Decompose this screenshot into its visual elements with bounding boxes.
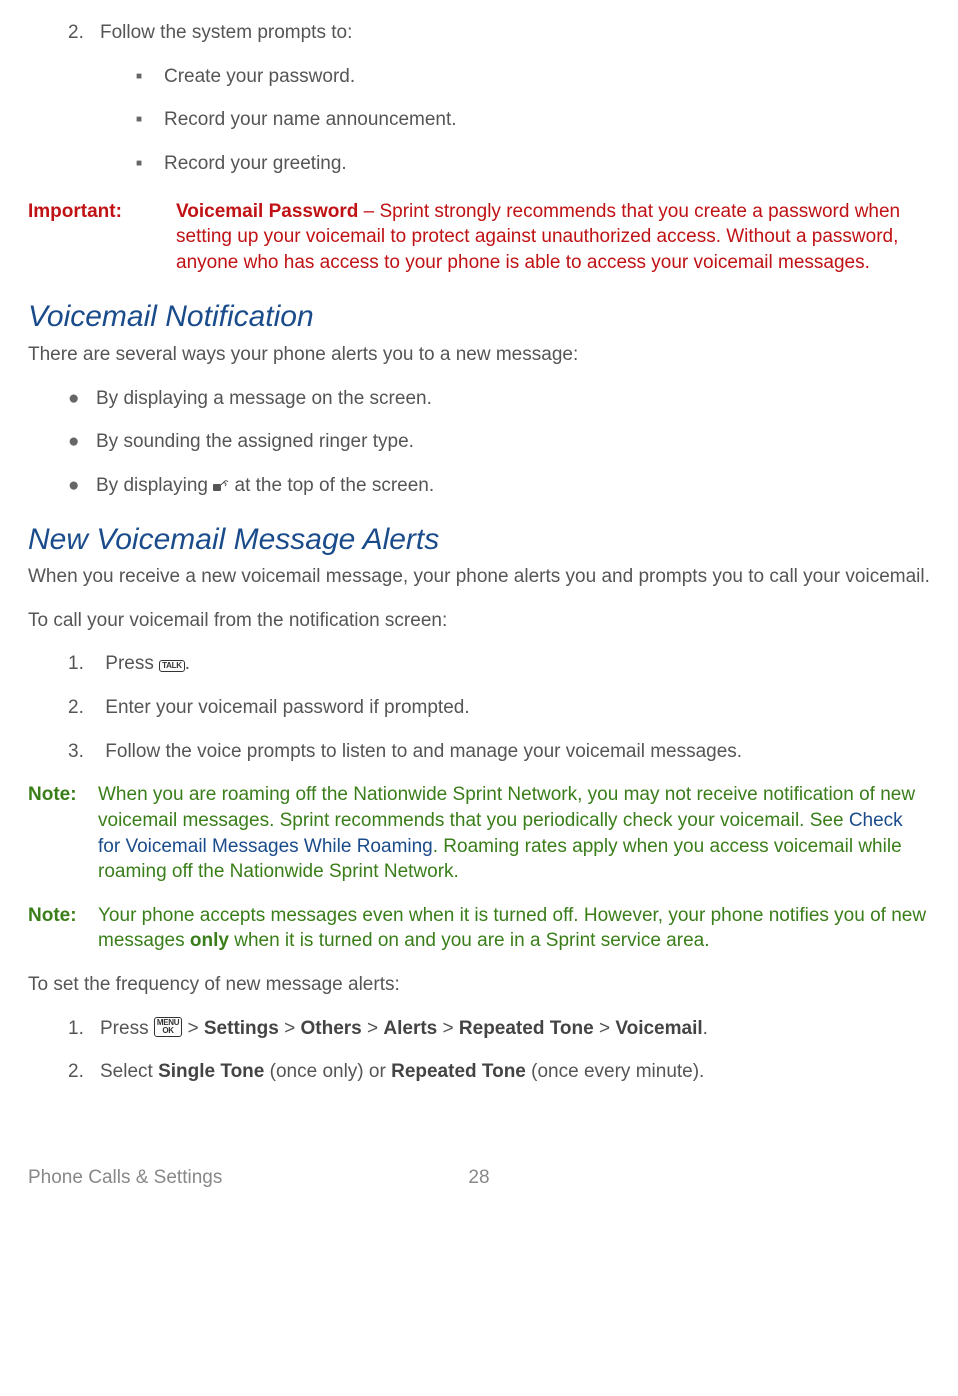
step-text: Follow the voice prompts to listen to an… [105, 741, 742, 762]
disc-bullet-icon: ● [68, 473, 96, 500]
list-item-1: 1. Press TALK. [68, 651, 930, 677]
opt-single-tone: Single Tone [158, 1061, 264, 1082]
section-intro: There are several ways your phone alerts… [28, 342, 930, 368]
section-heading-voicemail-notification: Voicemail Notification [28, 297, 930, 338]
list-body: Press TALK. [100, 651, 930, 677]
sub-text: Record your greeting. [164, 151, 347, 177]
list-item-3: 3. Follow the voice prompts to listen to… [68, 739, 930, 765]
path-settings: Settings [204, 1018, 279, 1039]
sub-item: ■ Record your name announcement. [136, 107, 930, 133]
list-number: 2. [68, 1059, 100, 1085]
list-body: Follow the voice prompts to listen to an… [100, 739, 930, 765]
lead-text: To call your voicemail from the notifica… [28, 608, 930, 634]
important-bold: Voicemail Password [176, 201, 358, 222]
bullet-item: ● By displaying at the top of the screen… [68, 473, 930, 500]
bullet-item: ● By sounding the assigned ringer type. [68, 429, 930, 455]
bullet-text-post: at the top of the screen. [229, 475, 434, 496]
path-alerts: Alerts [383, 1018, 437, 1039]
list-item-1: 1. Press MENUOK > Settings > Others > Al… [68, 1016, 930, 1042]
note-pre: When you are roaming off the Nationwide … [98, 784, 915, 831]
list-number: 3. [68, 739, 100, 765]
note-body: When you are roaming off the Nationwide … [98, 782, 930, 885]
list-number: 1. [68, 651, 100, 677]
important-body: Voicemail Password – Sprint strongly rec… [176, 199, 930, 276]
note-callout: Note: Your phone accepts messages even w… [28, 903, 930, 954]
gt: > [594, 1018, 616, 1039]
note-bold: only [190, 930, 229, 951]
list-item-2: 2. Enter your voicemail password if prom… [68, 695, 930, 721]
lead-text: To set the frequency of new message aler… [28, 972, 930, 998]
voicemail-icon [213, 474, 229, 500]
sub-text: Record your name announcement. [164, 107, 457, 133]
note-post: when it is turned on and you are in a Sp… [229, 930, 710, 951]
page-number: 28 [468, 1165, 489, 1191]
path-others: Others [300, 1018, 361, 1039]
page-footer: Phone Calls & Settings 28 [28, 1165, 930, 1191]
list-item-2: 2. Select Single Tone (once only) or Rep… [68, 1059, 930, 1085]
disc-bullet-icon: ● [68, 429, 96, 455]
important-callout: Important: Voicemail Password – Sprint s… [28, 199, 930, 276]
step-text: Enter your voicemail password if prompte… [105, 697, 469, 718]
bullet-text: By displaying at the top of the screen. [96, 473, 434, 500]
sub-item: ■ Create your password. [136, 64, 930, 90]
step-pre: Press [100, 1018, 154, 1039]
gt: > [182, 1018, 204, 1039]
note-label: Note: [28, 782, 98, 885]
list-number: 2. [68, 20, 100, 177]
list-number: 2. [68, 695, 100, 721]
list-number: 1. [68, 1016, 100, 1042]
step-post: . [185, 653, 190, 674]
disc-bullet-icon: ● [68, 386, 96, 412]
gt: > [279, 1018, 301, 1039]
section-heading-new-voicemail-alerts: New Voicemail Message Alerts [28, 520, 930, 561]
square-bullet-icon: ■ [136, 107, 164, 133]
list-body: Press MENUOK > Settings > Others > Alert… [100, 1016, 930, 1042]
sub-text: Create your password. [164, 64, 355, 90]
section-intro: When you receive a new voicemail message… [28, 564, 930, 590]
path-repeated-tone: Repeated Tone [459, 1018, 594, 1039]
square-bullet-icon: ■ [136, 151, 164, 177]
step-pre: Select [100, 1061, 158, 1082]
gt: > [362, 1018, 384, 1039]
path-voicemail: Voicemail [615, 1018, 702, 1039]
menu-ok-key-icon: MENUOK [154, 1017, 182, 1037]
note-label: Note: [28, 903, 98, 954]
note-body: Your phone accepts messages even when it… [98, 903, 930, 954]
step-end: . [703, 1018, 708, 1039]
list-item-2: 2. Follow the system prompts to: ■ Creat… [68, 20, 930, 177]
bullet-text: By sounding the assigned ringer type. [96, 429, 414, 455]
bullet-text-pre: By displaying [96, 475, 213, 496]
step-pre: Press [105, 653, 159, 674]
talk-key-icon: TALK [159, 660, 185, 672]
gt: > [437, 1018, 459, 1039]
list-text: Follow the system prompts to: [100, 22, 352, 43]
note-callout: Note: When you are roaming off the Natio… [28, 782, 930, 885]
step-mid2: (once every minute). [526, 1061, 704, 1082]
important-label: Important: [28, 199, 176, 276]
list-body: Select Single Tone (once only) or Repeat… [100, 1059, 930, 1085]
bullet-text: By displaying a message on the screen. [96, 386, 432, 412]
footer-section-title: Phone Calls & Settings [28, 1167, 222, 1188]
square-bullet-icon: ■ [136, 64, 164, 90]
bullet-item: ● By displaying a message on the screen. [68, 386, 930, 412]
list-body: Enter your voicemail password if prompte… [100, 695, 930, 721]
sub-item: ■ Record your greeting. [136, 151, 930, 177]
opt-repeated-tone: Repeated Tone [391, 1061, 526, 1082]
list-body: Follow the system prompts to: ■ Create y… [100, 20, 930, 177]
step-mid1: (once only) or [264, 1061, 391, 1082]
